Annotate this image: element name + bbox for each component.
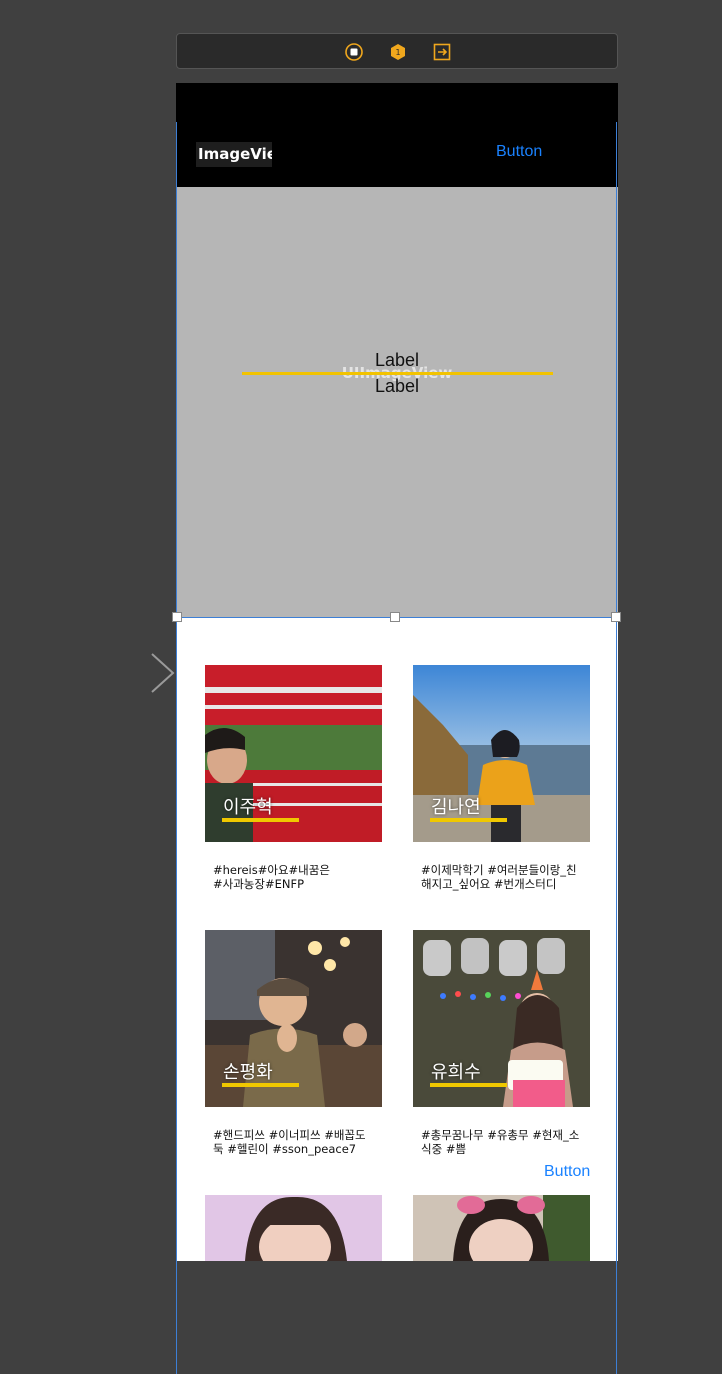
initial-view-controller-arrow-icon [55, 652, 177, 694]
profile-tags: #핸드피쓰 #이너피쓰 #배꼽도 둑 #헬린이 #sson_peace7 [213, 1128, 383, 1156]
name-underline [430, 818, 507, 822]
grid-button[interactable]: Button [544, 1163, 590, 1181]
profile-photo[interactable]: 김나연 [413, 665, 590, 842]
name-underline [222, 1083, 299, 1087]
profile-photo[interactable]: 이주혁 [205, 665, 382, 842]
exit-icon[interactable] [433, 43, 451, 61]
profile-photo[interactable] [413, 1195, 590, 1261]
header-button[interactable]: Button [496, 143, 542, 161]
profile-tags-text: #핸드피쓰 #이너피쓰 #배꼽도 둑 #헬린이 #sson_peace7 [213, 1128, 366, 1156]
profile-tags-text: #이제막학기 #여러분들이랑_친 해지고_싶어요 #번개스터디 [421, 863, 577, 891]
profile-photo[interactable] [205, 1195, 382, 1261]
view-controller-icon[interactable] [345, 43, 363, 61]
view-controller-canvas: ImageView Button UIImageView Label Label… [176, 83, 618, 1261]
profile-tags: #hereis#아요#내꿈은 #사과농장#ENFP [213, 863, 383, 891]
scene-dock: 1 [176, 33, 618, 69]
selection-guide-right [616, 122, 617, 1374]
profile-tags-text: #총무꿈나무 #유총무 #현재_소 식중 #쁨 [421, 1128, 580, 1156]
profile-photo[interactable]: 유희수 [413, 930, 590, 1107]
header-image-view[interactable]: ImageView [196, 142, 272, 167]
profile-name: 김나연 [431, 797, 481, 818]
profile-name: 손평화 [223, 1062, 273, 1083]
profile-tags-text: #hereis#아요#내꿈은 #사과농장#ENFP [213, 863, 330, 891]
profile-tags: #총무꿈나무 #유총무 #현재_소 식중 #쁨 [421, 1128, 591, 1156]
profile-name: 이주혁 [223, 797, 273, 818]
resize-handle[interactable] [390, 612, 400, 622]
hero-divider [242, 372, 553, 375]
resize-handle[interactable] [172, 612, 182, 622]
profile-collection: 이주혁 #hereis#아요#내꿈은 #사과농장#ENFP 김나연 #이제막학기… [176, 618, 618, 1261]
first-responder-icon[interactable]: 1 [389, 43, 407, 61]
resize-handle[interactable] [611, 612, 621, 622]
name-underline [222, 818, 299, 822]
selection-guide-left [176, 122, 177, 1374]
profile-tags: #이제막학기 #여러분들이랑_친 해지고_싶어요 #번개스터디 [421, 863, 591, 891]
profile-name: 유희수 [431, 1062, 481, 1083]
hero-label-bottom[interactable]: Label [176, 376, 618, 397]
header-bar: ImageView Button [176, 83, 618, 187]
svg-text:1: 1 [395, 48, 400, 57]
profile-photo[interactable]: 손평화 [205, 930, 382, 1107]
hero-image-view[interactable]: UIImageView Label Label [176, 187, 618, 617]
hero-label-top[interactable]: Label [176, 350, 618, 371]
name-underline [430, 1083, 507, 1087]
